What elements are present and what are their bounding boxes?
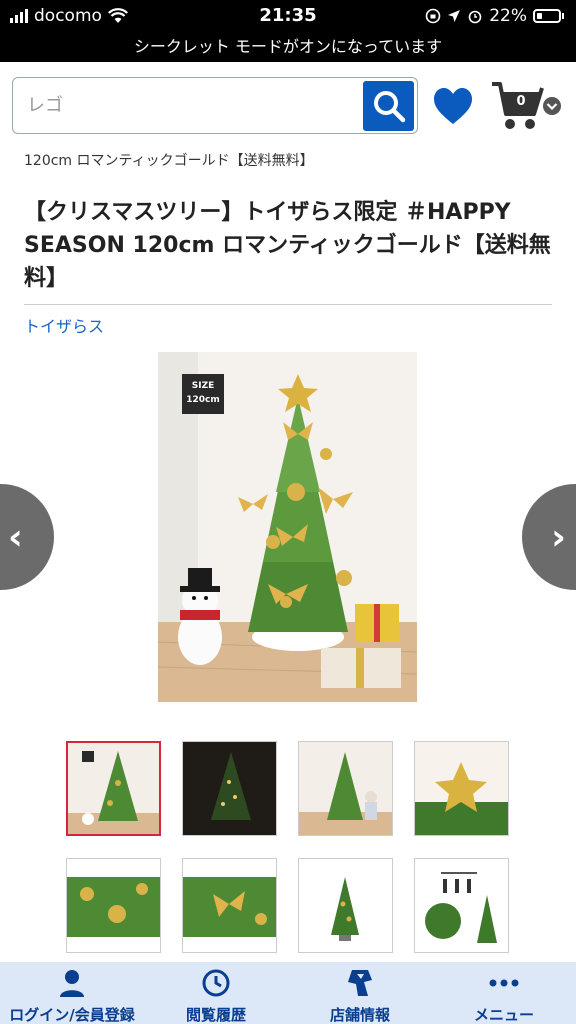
- nav-store[interactable]: 店舗情報: [288, 962, 432, 1024]
- chevron-right-icon: ›: [551, 516, 566, 558]
- thumbnail-image: [299, 859, 392, 952]
- carousel-prev-button[interactable]: ‹: [0, 484, 54, 590]
- bottom-nav: ログイン/会員登録 閲覧履歴 店舗情報 メニュー: [0, 962, 576, 1024]
- divider: [24, 304, 552, 305]
- thumbnail-image: [67, 859, 160, 952]
- nav-login[interactable]: ログイン/会員登録: [0, 962, 144, 1024]
- nav-menu-label: メニュー: [473, 1006, 534, 1024]
- thumbnail-8[interactable]: [414, 858, 509, 953]
- clock-icon: [202, 969, 230, 997]
- cart-count-badge: 0: [516, 94, 526, 109]
- header-search-row: 0: [0, 62, 576, 142]
- battery-icon: [533, 9, 561, 23]
- person-icon: [60, 970, 84, 997]
- thumbnail-5[interactable]: [66, 858, 161, 953]
- thumbnail-image: [183, 859, 276, 952]
- cart-button[interactable]: 0: [490, 80, 564, 134]
- search-input[interactable]: [27, 88, 357, 122]
- nav-store-label: 店舗情報: [329, 1006, 390, 1024]
- brand-link[interactable]: トイザらス: [24, 313, 104, 337]
- store-icon: [348, 970, 372, 996]
- status-bar: docomo 21:35 22%: [0, 0, 576, 32]
- search-box: [12, 77, 418, 134]
- more-icon: [489, 979, 519, 987]
- thumbnail-7[interactable]: [298, 858, 393, 953]
- chevron-left-icon: ‹: [8, 516, 23, 558]
- thumbnail-6[interactable]: [182, 858, 277, 953]
- thumbnail-image: [299, 742, 392, 835]
- thumbnail-4[interactable]: [414, 741, 509, 836]
- search-button[interactable]: [363, 81, 414, 131]
- carousel-next-button[interactable]: ›: [522, 484, 576, 590]
- thumbnail-image: [415, 742, 508, 835]
- nav-menu[interactable]: メニュー: [432, 962, 576, 1024]
- size-badge-label: SIZE: [191, 381, 215, 391]
- size-badge-value: 120cm: [186, 395, 220, 405]
- incognito-banner: シークレット モードがオンになっています: [0, 32, 576, 62]
- product-title: 【クリスマスツリー】トイザらス限定 ＃HAPPY SEASON 120cm ロマ…: [24, 200, 551, 291]
- nav-history-label: 閲覧履歴: [185, 1006, 246, 1024]
- location-icon: [448, 10, 461, 22]
- nav-login-label: ログイン/会員登録: [9, 1006, 135, 1024]
- thumbnail-image: [415, 859, 508, 952]
- breadcrumb[interactable]: 120cm ロマンティックゴールド【送料無料】: [24, 150, 314, 170]
- thumbnail-image: [183, 742, 276, 835]
- thumbnail-2[interactable]: [182, 741, 277, 836]
- rotation-lock-icon: [425, 8, 441, 24]
- size-badge: SIZE 120cm: [182, 374, 224, 414]
- nav-history[interactable]: 閲覧履歴: [144, 962, 288, 1024]
- favorite-heart-icon[interactable]: [432, 86, 474, 128]
- battery-percent: 22%: [489, 6, 527, 26]
- thumbnail-image: [68, 743, 159, 834]
- product-main-image[interactable]: SIZE 120cm: [158, 352, 417, 702]
- thumbnail-1[interactable]: [66, 741, 161, 836]
- thumbnail-3[interactable]: [298, 741, 393, 836]
- alarm-icon: [468, 10, 482, 24]
- search-icon: [373, 91, 405, 123]
